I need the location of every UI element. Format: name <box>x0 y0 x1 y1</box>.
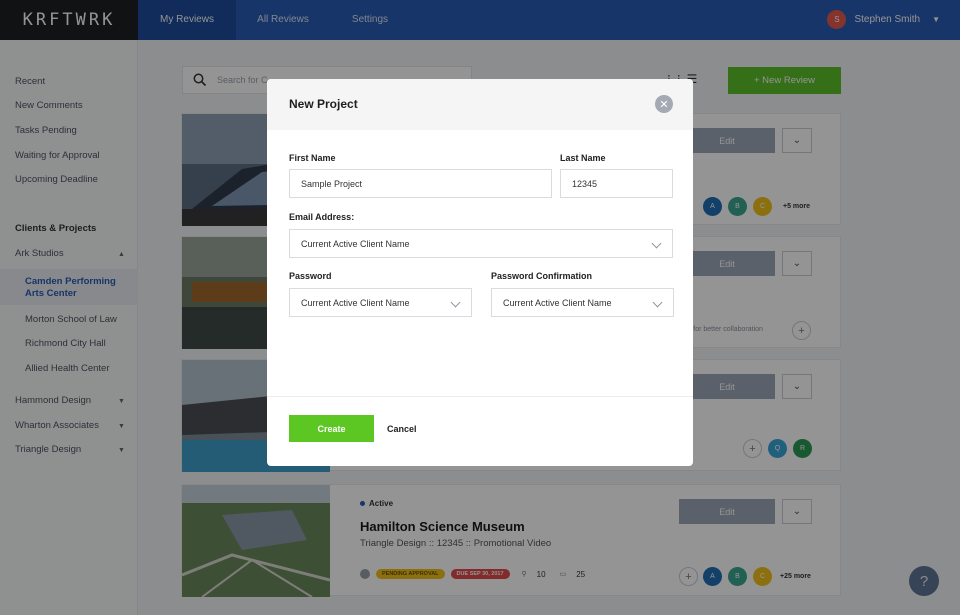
chevron-down-icon <box>651 238 662 249</box>
password-confirmation-select[interactable]: Current Active Client Name <box>491 288 674 317</box>
password-confirmation-value: Current Active Client Name <box>503 297 612 308</box>
first-name-label: First Name <box>289 153 336 163</box>
dialog-footer: Create Cancel <box>267 396 693 466</box>
create-button[interactable]: Create <box>289 415 374 442</box>
email-select[interactable]: Current Active Client Name <box>289 229 673 258</box>
dialog-title: New Project <box>289 97 358 111</box>
last-name-label: Last Name <box>560 153 606 163</box>
close-button[interactable]: ✕ <box>655 95 673 113</box>
dialog-header: New Project ✕ <box>267 79 693 130</box>
chevron-down-icon <box>450 297 461 308</box>
email-select-value: Current Active Client Name <box>301 238 410 249</box>
email-label: Email Address: <box>289 212 355 222</box>
close-icon: ✕ <box>659 98 669 111</box>
new-project-dialog: New Project ✕ First Name Last Name Email… <box>267 79 693 466</box>
password-confirmation-label: Password Confirmation <box>491 271 593 281</box>
password-select-value: Current Active Client Name <box>301 297 410 308</box>
chevron-down-icon <box>652 297 663 308</box>
first-name-field[interactable] <box>289 169 552 198</box>
cancel-button[interactable]: Cancel <box>387 415 417 442</box>
last-name-field[interactable] <box>560 169 673 198</box>
password-select[interactable]: Current Active Client Name <box>289 288 472 317</box>
password-label: Password <box>289 271 332 281</box>
